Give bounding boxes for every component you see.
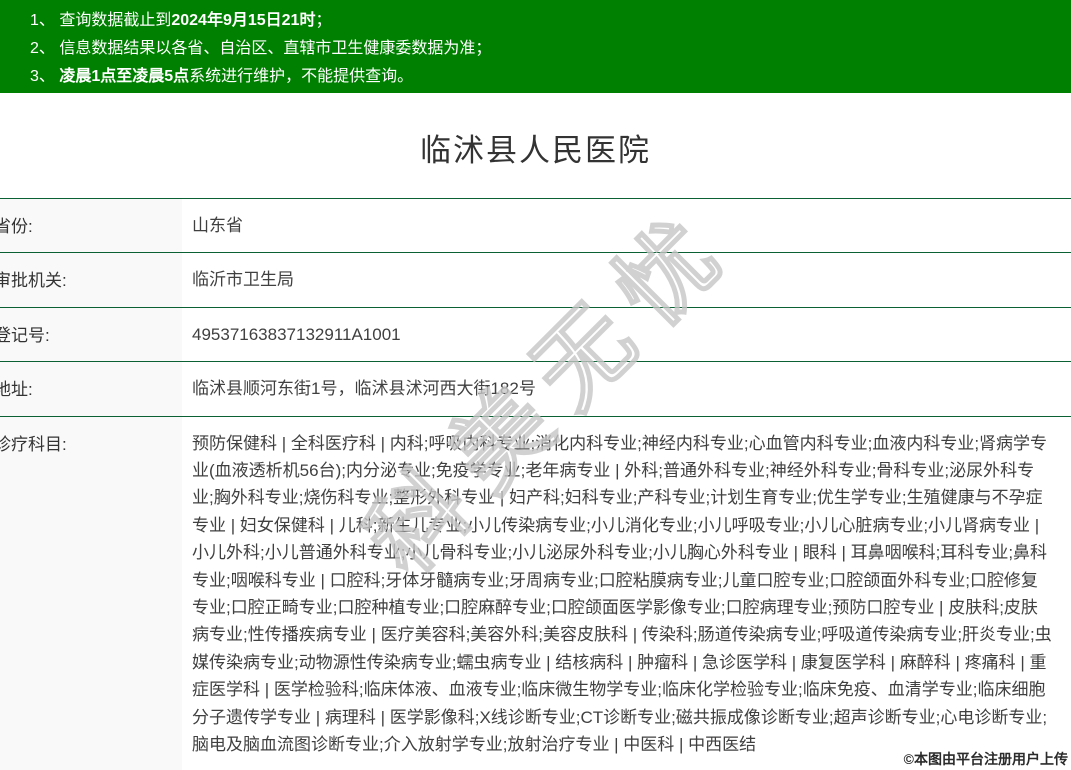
table-row-address: 地址: 临沭县顺河东街1号，临沭县沭河西大街182号	[0, 362, 1071, 416]
row-label: 诊疗科目:	[0, 417, 182, 770]
notice-1-text: 1、 查询数据截止到	[30, 12, 171, 29]
page-title: 临沭县人民医院	[0, 125, 1071, 170]
row-label: 省份:	[0, 199, 182, 252]
notice-3-bold: 凌晨1点至凌晨5点	[59, 68, 189, 85]
notice-1-tail: ；	[315, 12, 331, 29]
info-table: 省份: 山东省 审批机关: 临沂市卫生局 登记号: 49537163837132…	[0, 198, 1071, 770]
notice-3-tail: 系统进行维护，不能提供查询。	[189, 68, 413, 85]
table-row-approval-authority: 审批机关: 临沂市卫生局	[0, 253, 1071, 307]
table-row-medical-departments: 诊疗科目: 预防保健科 | 全科医疗科 | 内科;呼吸内科专业;消化内科专业;神…	[0, 417, 1071, 770]
row-value: 临沭县顺河东街1号，临沭县沭河西大街182号	[182, 362, 1071, 415]
notice-1-bold: 2024年9月15日21时	[171, 12, 315, 29]
table-row-registration-number: 登记号: 49537163837132911A1001	[0, 308, 1071, 362]
photo-credit-watermark: ©本图由平台注册用户上传	[904, 749, 1068, 769]
row-value: 预防保健科 | 全科医疗科 | 内科;呼吸内科专业;消化内科专业;神经内科专业;…	[182, 417, 1071, 770]
notice-list: 1、 查询数据截止到2024年9月15日21时； 2、 信息数据结果以各省、自治…	[30, 7, 1061, 91]
row-label: 地址:	[0, 362, 182, 415]
notice-item-1: 1、 查询数据截止到2024年9月15日21时；	[30, 7, 1061, 35]
row-label: 登记号:	[0, 308, 182, 361]
notice-banner: 1、 查询数据截止到2024年9月15日21时； 2、 信息数据结果以各省、自治…	[0, 0, 1071, 93]
row-value: 山东省	[182, 199, 1071, 252]
notice-3-text: 3、	[30, 68, 59, 85]
notice-2-text: 2、 信息数据结果以各省、自治区、直辖市卫生健康委数据为准；	[30, 40, 491, 57]
row-value: 临沂市卫生局	[182, 253, 1071, 306]
row-label: 审批机关:	[0, 253, 182, 306]
notice-item-2: 2、 信息数据结果以各省、自治区、直辖市卫生健康委数据为准；	[30, 35, 1061, 63]
notice-item-3: 3、 凌晨1点至凌晨5点系统进行维护，不能提供查询。	[30, 63, 1061, 91]
row-value: 49537163837132911A1001	[182, 308, 1071, 361]
table-row-province: 省份: 山东省	[0, 199, 1071, 253]
